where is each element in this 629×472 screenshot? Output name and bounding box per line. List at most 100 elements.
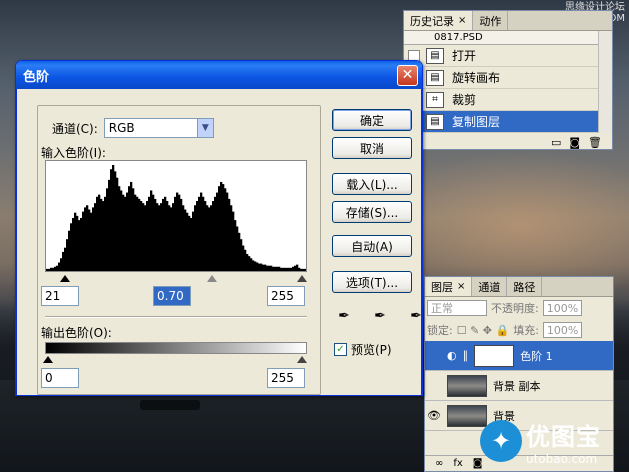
link-layers-icon[interactable]: ∞ (435, 458, 443, 469)
fx-icon[interactable]: fx (453, 458, 462, 469)
histogram-bar (138, 198, 141, 271)
blend-mode-select[interactable]: 正常 (427, 300, 487, 316)
tab-layers[interactable]: 图层 × (425, 277, 473, 296)
histogram-bar (48, 268, 51, 271)
histogram-bar (112, 165, 115, 271)
histogram-bar (294, 265, 297, 271)
watermark-url: utobao.com (526, 451, 598, 466)
ok-button[interactable]: 确定 (332, 109, 412, 131)
tab-actions[interactable]: 动作 (473, 11, 509, 30)
new-document-icon[interactable]: ▭ (551, 136, 561, 149)
output-slider[interactable] (43, 355, 307, 365)
lock-label: 锁定: (427, 324, 453, 337)
close-icon[interactable]: × (458, 15, 466, 26)
histogram-bar (70, 223, 73, 271)
eye-icon[interactable]: 👁 (427, 409, 441, 422)
save-button[interactable]: 存储(S)... (332, 201, 412, 223)
histogram-bar (228, 198, 231, 271)
input-gamma-field[interactable]: 0.70 (153, 286, 191, 306)
gray-eyedropper-icon[interactable]: ✒ (371, 307, 389, 325)
blend-row: 正常 不透明度: 100% (425, 297, 613, 319)
history-item-label: 复制图层 (452, 115, 501, 129)
input-black-field[interactable]: 21 (41, 286, 79, 306)
histogram-bar (226, 192, 229, 271)
histogram-bar (180, 198, 183, 271)
histogram-bar (296, 264, 299, 271)
options-button[interactable]: 选项(T)... (332, 271, 412, 293)
histogram-bar (140, 201, 143, 271)
camera-icon[interactable]: ◙ (569, 136, 580, 149)
histogram-bar (148, 196, 151, 271)
histogram-bar (214, 196, 217, 271)
histogram-bar (142, 203, 145, 271)
history-tabbar: 历史记录 × 动作 (404, 11, 612, 31)
lock-icons[interactable]: ☐ ✎ ✥ 🔒 (457, 324, 509, 337)
output-white-handle[interactable] (297, 356, 307, 363)
tab-paths-label: 路径 (513, 280, 536, 294)
histogram-bar (132, 188, 135, 271)
history-scrollbar[interactable] (598, 31, 612, 133)
histogram-bar (56, 265, 59, 271)
history-item-open[interactable]: ▤ 打开 (404, 45, 612, 67)
histogram-bar (260, 263, 263, 271)
output-white-field[interactable]: 255 (267, 368, 305, 388)
histogram-bar (254, 261, 257, 271)
opacity-label: 不透明度: (491, 302, 539, 315)
tab-paths[interactable]: 路径 (507, 277, 543, 296)
histogram-bar (198, 196, 201, 271)
white-point-handle[interactable] (297, 275, 307, 282)
black-eyedropper-icon[interactable]: ✒ (335, 307, 353, 325)
trash-icon[interactable]: 🗑 (588, 136, 602, 149)
preview-checkbox-row[interactable]: ✓ 预览(P) (334, 341, 392, 358)
history-item-crop[interactable]: ⌗ 裁剪 (404, 89, 612, 111)
layer-name: 色阶 1 (520, 349, 553, 363)
input-white-field[interactable]: 255 (267, 286, 305, 306)
fill-field[interactable]: 100% (542, 322, 583, 338)
output-black-handle[interactable] (43, 356, 53, 363)
histogram-bar (298, 267, 301, 271)
snapshot-label: 0817.PSD (434, 32, 483, 43)
histogram-bar (156, 203, 159, 271)
white-eyedropper-icon[interactable]: ✒ (407, 307, 422, 325)
dialog-titlebar[interactable]: 色阶 ✕ (16, 61, 422, 89)
histogram-bar (284, 267, 287, 271)
opacity-field[interactable]: 100% (542, 300, 583, 316)
load-button[interactable]: 载入(L)... (332, 173, 412, 195)
black-point-handle[interactable] (60, 275, 70, 282)
history-item-label: 打开 (452, 49, 477, 63)
histogram-bar (256, 262, 259, 271)
close-button[interactable]: ✕ (397, 64, 418, 86)
cancel-button[interactable]: 取消 (332, 137, 412, 159)
history-item-duplicate-layer[interactable]: ▤ 复制图层 (404, 111, 612, 133)
histogram-bar (110, 169, 113, 271)
layer-row-levels[interactable]: ◐ ∥ 色阶 1 (425, 341, 613, 371)
histogram-bar (264, 264, 267, 271)
histogram-bar (82, 211, 85, 271)
layers-tabbar: 图层 × 通道 路径 (425, 277, 613, 297)
output-gradient (45, 342, 307, 354)
input-slider[interactable] (45, 274, 307, 284)
preview-checkbox[interactable]: ✓ (334, 343, 347, 356)
adjustment-layer-icon: ◐ (447, 349, 457, 362)
document-icon: ▤ (426, 69, 444, 86)
background-boat (140, 400, 200, 410)
auto-button[interactable]: 自动(A) (332, 235, 412, 257)
close-icon[interactable]: × (457, 281, 465, 292)
layer-thumbnail (447, 374, 487, 397)
dialog-title: 色阶 (23, 69, 50, 85)
histogram-bar (222, 184, 225, 271)
layer-row-background-copy[interactable]: 背景 副本 (425, 371, 613, 401)
bird-logo-icon: ✦ (480, 420, 522, 462)
chevron-down-icon[interactable]: ▼ (196, 119, 213, 137)
tab-history[interactable]: 历史记录 × (404, 11, 474, 30)
history-item-rotate[interactable]: ▤ 旋转画布 (404, 67, 612, 89)
output-black-field[interactable]: 0 (41, 368, 79, 388)
histogram-bar (194, 205, 197, 271)
gamma-handle[interactable] (207, 275, 217, 282)
histogram-bar (234, 220, 237, 271)
history-snapshot-row[interactable]: 0817.PSD (404, 31, 612, 45)
channel-select[interactable]: RGB ▼ (103, 118, 214, 138)
histogram-bar (218, 186, 221, 271)
histogram-bar (162, 198, 165, 271)
tab-channels[interactable]: 通道 (472, 277, 508, 296)
